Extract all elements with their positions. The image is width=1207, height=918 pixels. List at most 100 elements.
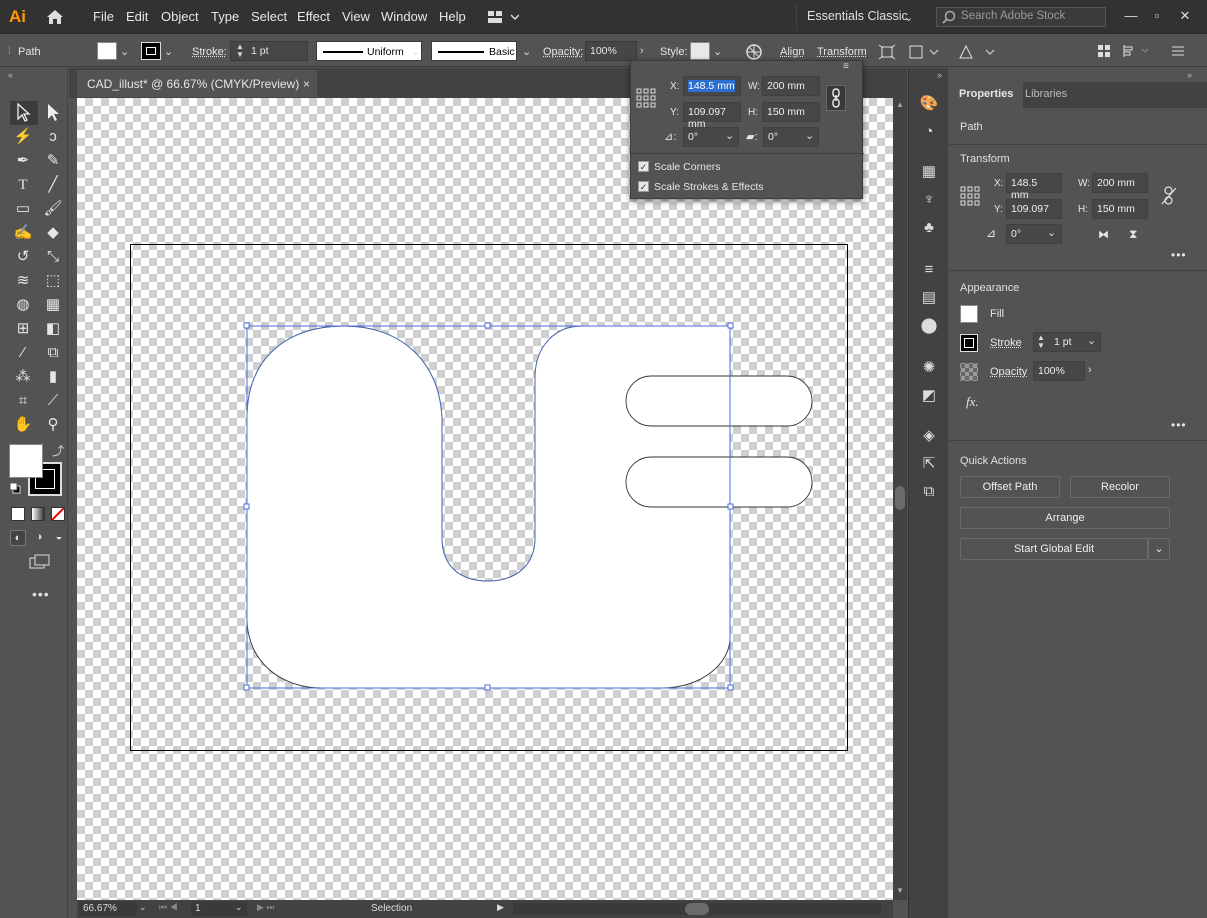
opacity-field[interactable]: 100%	[585, 41, 637, 61]
chevron-down-icon[interactable]: ⌄	[120, 45, 129, 58]
screen-mode-icon[interactable]	[29, 554, 51, 573]
last-artboard-icon[interactable]: ▶ ⏭	[257, 902, 275, 913]
eyedropper-tool-icon[interactable]: ⁄	[12, 342, 34, 364]
fx-icon[interactable]: fx.	[966, 394, 979, 410]
menu-type[interactable]: Type	[211, 9, 239, 24]
zoom-tool-icon[interactable]: ⚲	[42, 414, 64, 436]
none-mode-icon[interactable]	[51, 507, 65, 521]
width-field[interactable]: 200 mm	[1092, 173, 1148, 193]
height-field[interactable]: 150 mm	[1092, 199, 1148, 219]
menu-object[interactable]: Object	[161, 9, 199, 24]
chevron-down-icon[interactable]: ⌄	[805, 129, 814, 142]
y-position-field[interactable]: 109.097 mr	[1006, 199, 1062, 219]
recolor-button[interactable]: Recolor	[1070, 476, 1170, 498]
constrain-proportions-icon[interactable]	[826, 85, 846, 111]
eraser-tool-icon[interactable]: ◆	[42, 222, 64, 244]
draw-normal-icon[interactable]: ◐	[10, 530, 26, 546]
align-link[interactable]: Align	[780, 46, 804, 58]
scroll-thumb[interactable]	[685, 903, 709, 915]
width-field[interactable]: 200 mm	[762, 76, 820, 96]
constrain-proportions-icon[interactable]	[1160, 186, 1178, 209]
more-options-icon[interactable]: •••	[1171, 248, 1187, 262]
symbols-icon[interactable]: ♣	[919, 218, 939, 238]
offset-path-button[interactable]: Offset Path	[960, 476, 1060, 498]
stock-search-input[interactable]: Search Adobe Stock	[936, 7, 1106, 27]
chevron-right-icon[interactable]: ›	[1088, 364, 1092, 376]
tab-libraries[interactable]: Libraries	[1015, 82, 1077, 108]
menu-select[interactable]: Select	[251, 9, 287, 24]
chevron-down-icon[interactable]: ⌄	[522, 45, 531, 58]
menu-help[interactable]: Help	[439, 9, 466, 24]
scale-corners-checkbox[interactable]: ✓	[638, 161, 649, 172]
chevron-down-icon[interactable]: ⌄	[904, 11, 913, 24]
expand-icon[interactable]: »	[937, 70, 942, 80]
shaper-tool-icon[interactable]: ✍	[12, 222, 34, 244]
more-tools-icon[interactable]: •••	[32, 586, 50, 602]
stroke-panel-icon[interactable]: ≡	[919, 260, 939, 280]
canvas[interactable]	[77, 98, 893, 900]
brushes-icon[interactable]: ♆	[919, 190, 939, 210]
draw-inside-icon[interactable]: ◒	[51, 530, 67, 546]
magic-wand-tool-icon[interactable]: ⚡	[12, 126, 34, 148]
curvature-tool-icon[interactable]: ✎	[42, 150, 64, 172]
panel-menu-icon[interactable]: ≡	[843, 61, 849, 72]
artboard-tool-icon[interactable]: ⌗	[12, 390, 34, 412]
rectangle-tool-icon[interactable]: ▭	[12, 198, 34, 220]
color-mode-icon[interactable]	[11, 507, 25, 521]
minimize-button[interactable]: —	[1120, 6, 1142, 26]
opacity-swatch[interactable]	[960, 363, 978, 381]
artboards-icon[interactable]: ⧉	[919, 482, 939, 502]
y-position-field[interactable]: 109.097 mm	[683, 102, 741, 130]
color-guide-icon[interactable]: 🎨	[919, 94, 939, 114]
blend-tool-icon[interactable]: ⧉	[42, 342, 64, 364]
swap-fill-stroke-icon[interactable]: ⤴	[52, 442, 64, 459]
swatches-icon[interactable]: ▦	[919, 162, 939, 182]
type-tool-icon[interactable]: T	[12, 174, 34, 196]
close-window-button[interactable]: ✕	[1174, 6, 1196, 26]
color-icon[interactable]: ◔	[919, 122, 939, 142]
vertical-scrollbar[interactable]: ▲ ▼	[893, 98, 907, 900]
zoom-field[interactable]: 66.67%	[79, 902, 137, 916]
gradient-panel-icon[interactable]: ▤	[919, 288, 939, 308]
stroke-label[interactable]: Stroke:	[192, 46, 227, 58]
stepper-icon[interactable]: ▲ ▼	[1037, 334, 1045, 350]
more-options-icon[interactable]: •••	[1171, 418, 1187, 432]
graphic-styles-icon[interactable]: ◩	[919, 386, 939, 406]
appearance-panel-icon[interactable]: ✺	[919, 358, 939, 378]
distribute-icon[interactable]	[1122, 44, 1152, 61]
arrange-button[interactable]: Arrange	[960, 507, 1170, 529]
chevron-down-icon[interactable]: ⌄	[1148, 538, 1170, 560]
panel-menu-icon[interactable]	[1171, 44, 1185, 61]
path-edit-icon[interactable]	[958, 44, 995, 63]
column-graph-tool-icon[interactable]: ▮	[42, 366, 64, 388]
symbol-sprayer-tool-icon[interactable]: ⁂	[12, 366, 34, 388]
horizontal-scrollbar[interactable]	[513, 903, 881, 915]
isolate-icon[interactable]	[878, 44, 896, 63]
rotate-tool-icon[interactable]: ↺	[12, 246, 34, 268]
fill-color-box[interactable]	[9, 444, 43, 478]
menu-edit[interactable]: Edit	[126, 9, 148, 24]
menu-effect[interactable]: Effect	[297, 9, 330, 24]
opacity-label[interactable]: Opacity	[990, 366, 1027, 378]
direct-selection-tool-icon[interactable]	[42, 102, 64, 124]
chevron-down-icon[interactable]: ⌄	[411, 45, 420, 58]
line-tool-icon[interactable]: ╱	[42, 174, 64, 196]
default-colors-icon[interactable]	[9, 482, 21, 494]
fill-swatch[interactable]	[960, 305, 978, 323]
height-field[interactable]: 150 mm	[762, 102, 820, 122]
stroke-swatch[interactable]	[141, 42, 161, 60]
workspace-switcher[interactable]: Essentials Classic	[807, 9, 908, 23]
tab-properties[interactable]: Properties	[949, 82, 1024, 108]
chevron-down-icon[interactable]: ⌄	[139, 902, 147, 913]
hand-tool-icon[interactable]: ✋	[12, 414, 34, 436]
selection-tool-icon[interactable]	[12, 102, 34, 124]
scroll-up-icon[interactable]: ▲	[896, 100, 904, 109]
transparency-icon[interactable]: ⬤	[919, 316, 939, 336]
graphic-style-swatch[interactable]	[690, 42, 710, 60]
opacity-field[interactable]: 100%	[1033, 361, 1085, 381]
chevron-right-icon[interactable]: ▶	[497, 902, 504, 913]
paintbrush-tool-icon[interactable]: 🖌	[42, 198, 64, 220]
chevron-down-icon[interactable]: ⌄	[725, 129, 734, 142]
align-options-icon[interactable]	[1097, 44, 1111, 61]
flip-vertical-icon[interactable]: ⧗	[1129, 227, 1137, 242]
